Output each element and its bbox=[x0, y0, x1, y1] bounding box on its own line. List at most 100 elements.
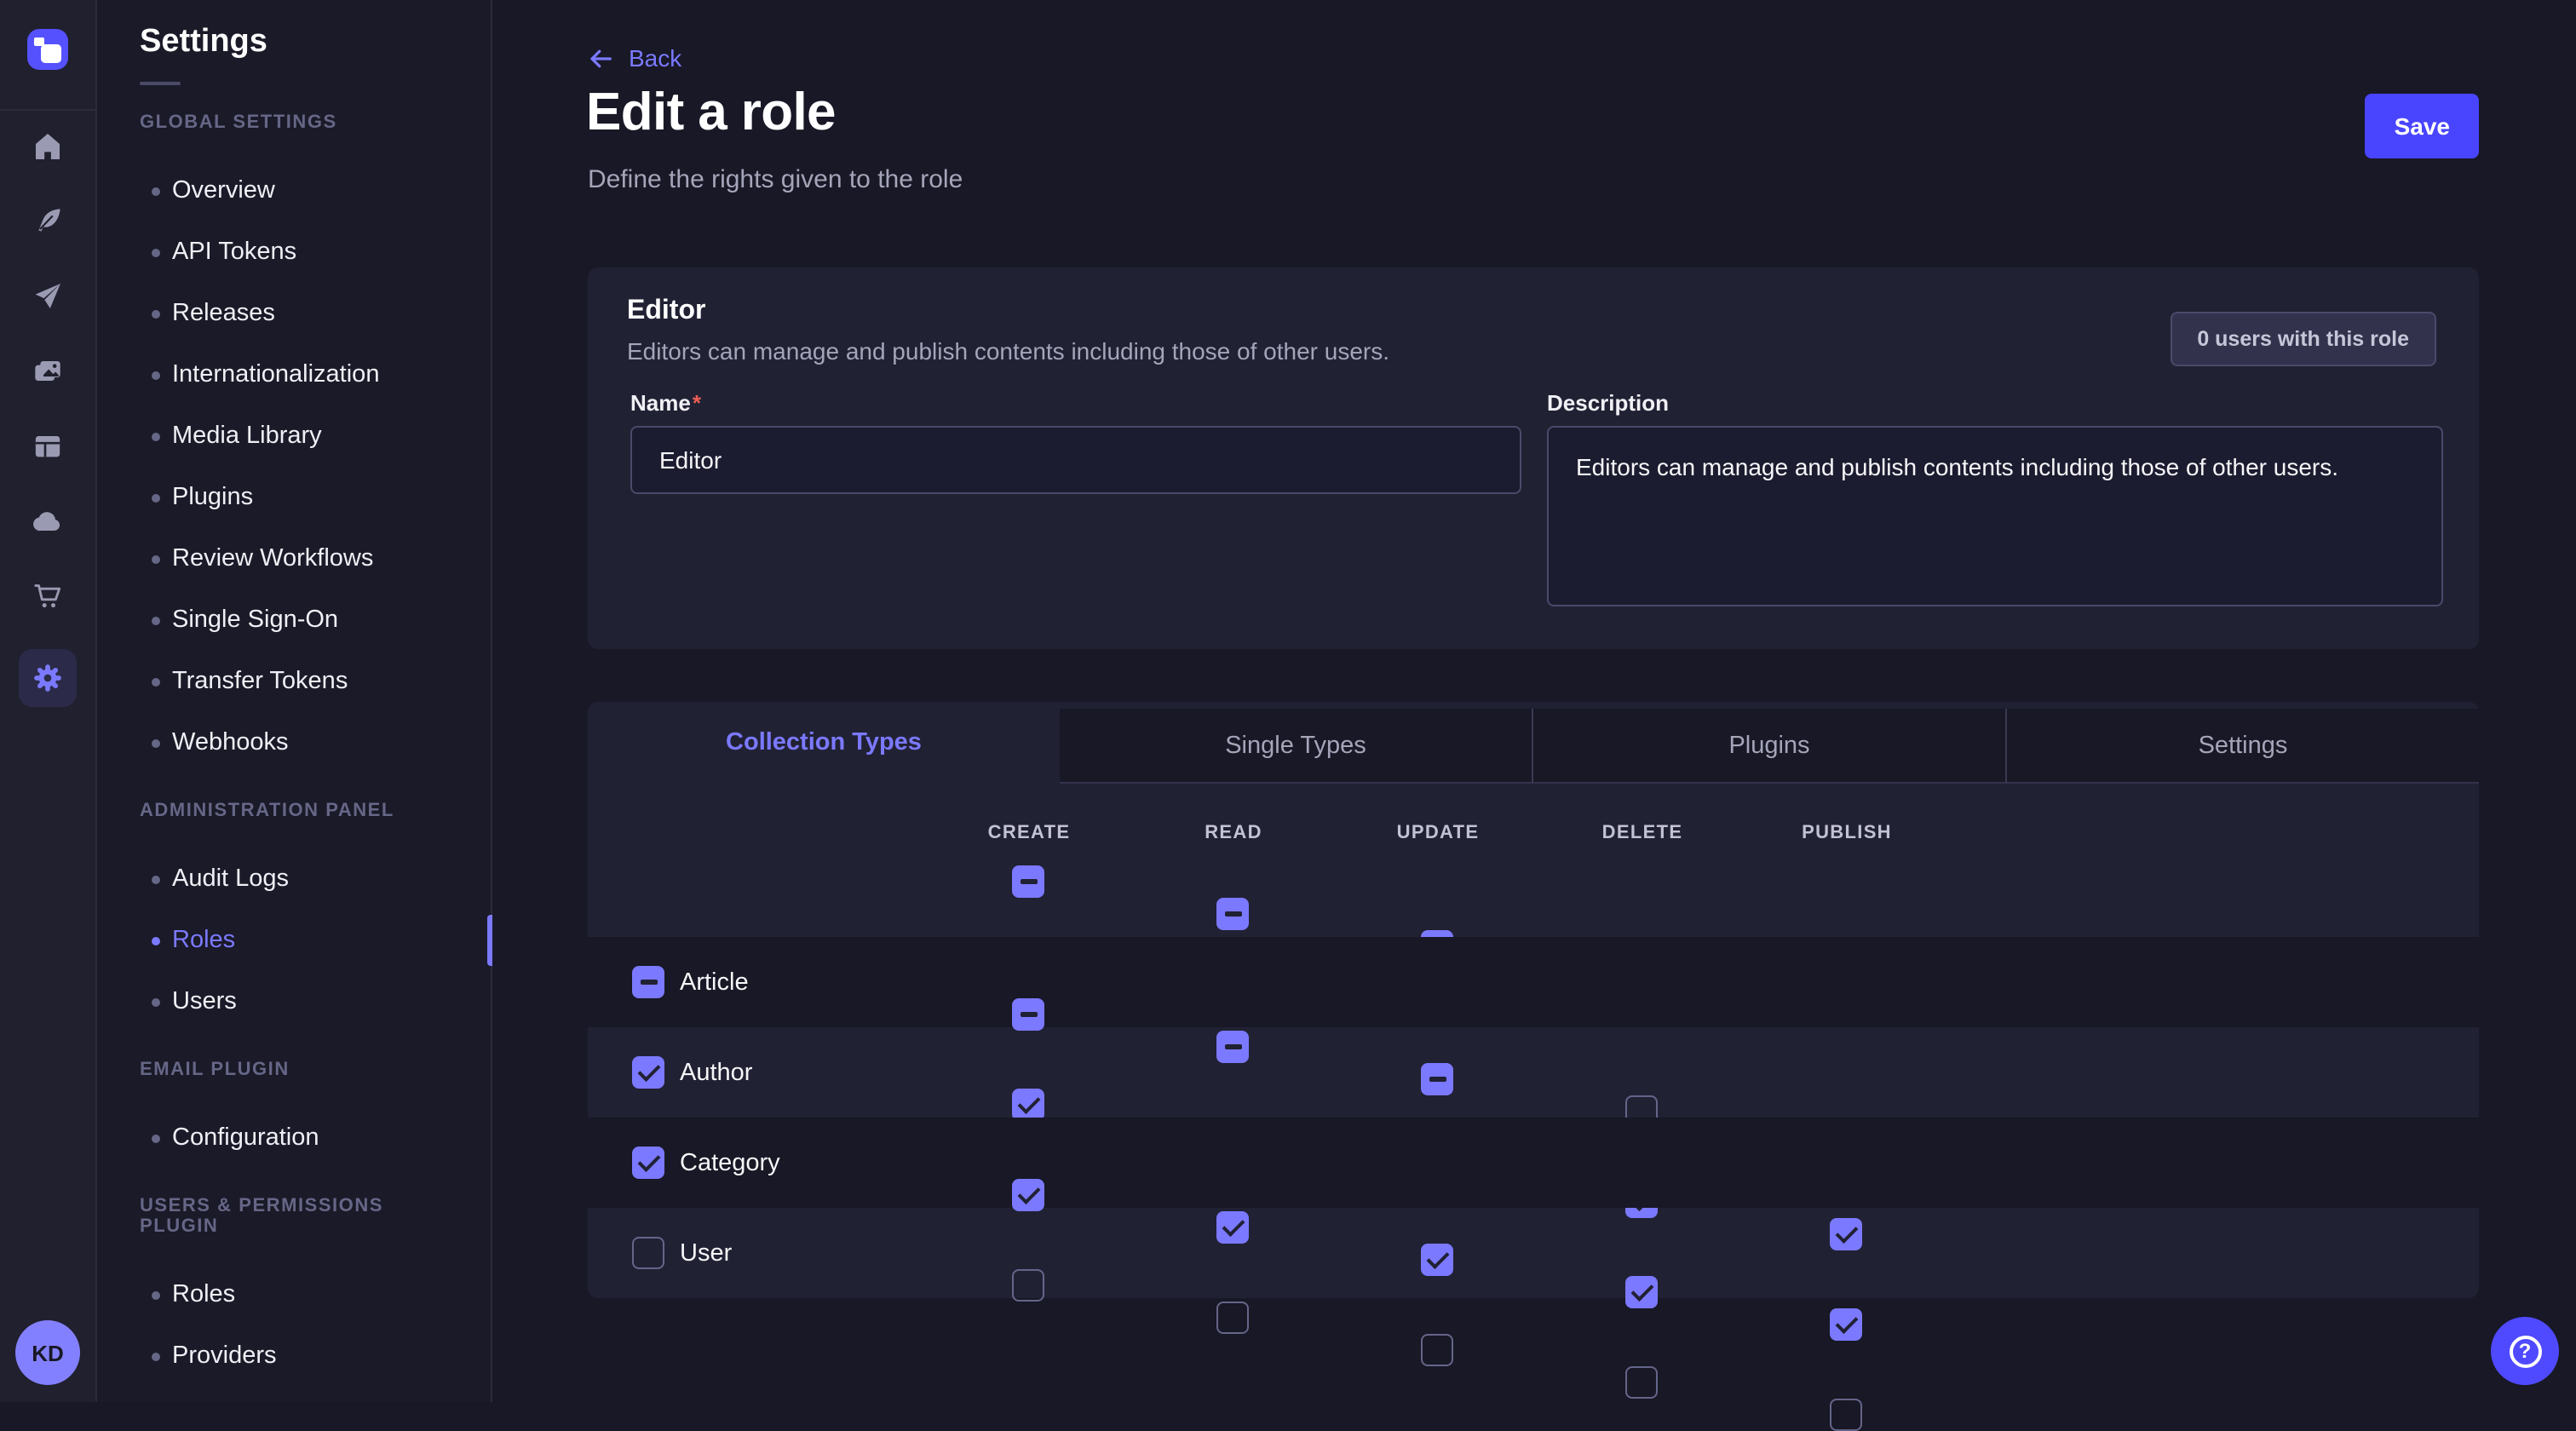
column-header-create: CREATE bbox=[927, 823, 1131, 843]
section-label: ADMINISTRATION PANEL bbox=[97, 801, 491, 821]
subnav-item-up-providers[interactable]: Providers bbox=[97, 1325, 491, 1387]
role-name-heading: Editor bbox=[627, 296, 705, 327]
subnav-item-webhooks[interactable]: Webhooks bbox=[97, 712, 491, 773]
category-create-checkbox[interactable] bbox=[1012, 1179, 1044, 1211]
row-label: Article bbox=[680, 937, 749, 1027]
table-row-author: Author bbox=[588, 1027, 2479, 1118]
subnav-item-api-tokens[interactable]: API Tokens bbox=[97, 221, 491, 283]
row-select-checkbox[interactable] bbox=[632, 1056, 664, 1089]
tab-plugins[interactable]: Plugins bbox=[1532, 709, 2005, 784]
column-header-publish: PUBLISH bbox=[1745, 823, 1949, 843]
back-link[interactable]: Back bbox=[588, 44, 681, 72]
home-icon[interactable] bbox=[0, 109, 95, 184]
avatar-initials: KD bbox=[32, 1340, 64, 1365]
subnav-item-releases[interactable]: Releases bbox=[97, 283, 491, 344]
required-asterisk: * bbox=[693, 390, 701, 416]
main-nav-rail: KD bbox=[0, 0, 97, 1402]
user-update-checkbox[interactable] bbox=[1421, 1334, 1453, 1366]
article-create-checkbox[interactable] bbox=[1012, 998, 1044, 1031]
users-with-role-button[interactable]: 0 users with this role bbox=[2170, 312, 2436, 366]
page-subtitle: Define the rights given to the role bbox=[588, 165, 963, 194]
subnav-item-single-sign-on[interactable]: Single Sign-On bbox=[97, 589, 491, 651]
media-library-icon[interactable] bbox=[0, 334, 95, 409]
subnav-item-transfer-tokens[interactable]: Transfer Tokens bbox=[97, 651, 491, 712]
subnav-section-email-plugin: EMAIL PLUGIN Configuration bbox=[97, 1060, 491, 1169]
subnav-item-review-workflows[interactable]: Review Workflows bbox=[97, 528, 491, 589]
marketplace-cart-icon[interactable] bbox=[0, 559, 95, 634]
section-label: USERS & PERMISSIONS PLUGIN bbox=[97, 1196, 491, 1237]
row-select-checkbox[interactable] bbox=[632, 966, 664, 998]
subnav-item-roles-active[interactable]: Roles bbox=[97, 910, 491, 971]
subnav-item-users[interactable]: Users bbox=[97, 971, 491, 1032]
settings-subnav: Settings GLOBAL SETTINGS Overview API To… bbox=[97, 0, 492, 1402]
strapi-logo-shape-small bbox=[34, 37, 43, 46]
subnav-item-overview[interactable]: Overview bbox=[97, 160, 491, 221]
help-question-icon: ? bbox=[2509, 1335, 2541, 1367]
back-label: Back bbox=[629, 44, 681, 72]
strapi-logo-shape bbox=[41, 43, 60, 63]
row-select-checkbox[interactable] bbox=[632, 1147, 664, 1179]
user-create-checkbox[interactable] bbox=[1012, 1269, 1044, 1302]
description-field-label: Description bbox=[1547, 390, 1669, 416]
back-arrow-icon bbox=[588, 45, 613, 71]
tab-single-types[interactable]: Single Types bbox=[1060, 709, 1532, 784]
subnav-item-internationalization[interactable]: Internationalization bbox=[97, 344, 491, 405]
tab-collection-types[interactable]: Collection Types bbox=[588, 702, 1060, 784]
deploy-paper-plane-icon[interactable] bbox=[0, 259, 95, 334]
subnav-item-configuration[interactable]: Configuration bbox=[97, 1107, 491, 1169]
description-textarea[interactable]: Editors can manage and publish contents … bbox=[1547, 426, 2443, 606]
subnav-section-admin-panel: ADMINISTRATION PANEL Audit Logs Roles Us… bbox=[97, 801, 491, 1032]
subnav-section-users-permissions: USERS & PERMISSIONS PLUGIN Roles Provide… bbox=[97, 1196, 491, 1387]
cloud-icon[interactable] bbox=[0, 484, 95, 559]
section-items: Configuration bbox=[97, 1107, 491, 1169]
row-label: User bbox=[680, 1208, 732, 1298]
tab-settings[interactable]: Settings bbox=[2005, 709, 2479, 784]
column-header-read: READ bbox=[1131, 823, 1336, 843]
table-row-user: User bbox=[588, 1208, 2479, 1298]
rail-icon-list bbox=[0, 109, 95, 707]
select-all-read-checkbox[interactable] bbox=[1216, 898, 1249, 930]
section-label: GLOBAL SETTINGS bbox=[97, 112, 491, 133]
subnav-item-up-roles[interactable]: Roles bbox=[97, 1264, 491, 1325]
user-delete-checkbox[interactable] bbox=[1625, 1366, 1658, 1399]
section-items: Overview API Tokens Releases Internation… bbox=[97, 160, 491, 773]
column-header-delete: DELETE bbox=[1540, 823, 1745, 843]
strapi-logo[interactable] bbox=[27, 29, 68, 70]
row-select-checkbox[interactable] bbox=[632, 1237, 664, 1269]
author-create-checkbox[interactable] bbox=[1012, 1089, 1044, 1121]
name-input[interactable] bbox=[630, 426, 1521, 494]
page-title: Edit a role bbox=[586, 82, 836, 143]
user-read-checkbox[interactable] bbox=[1216, 1302, 1249, 1334]
app-viewport: KD Settings GLOBAL SETTINGS Overview API… bbox=[0, 0, 2576, 1402]
role-description-text: Editors can manage and publish contents … bbox=[627, 337, 1389, 365]
table-row-article: Article bbox=[588, 937, 2479, 1027]
column-header-update: UPDATE bbox=[1336, 823, 1540, 843]
content-manager-layout-icon[interactable] bbox=[0, 409, 95, 484]
subnav-item-media-library[interactable]: Media Library bbox=[97, 405, 491, 467]
select-all-create-checkbox[interactable] bbox=[1012, 865, 1044, 898]
subnav-item-audit-logs[interactable]: Audit Logs bbox=[97, 848, 491, 910]
subnav-section-global: GLOBAL SETTINGS Overview API Tokens Rele… bbox=[97, 112, 491, 773]
settings-gear-icon[interactable] bbox=[19, 649, 77, 707]
save-button[interactable]: Save bbox=[2366, 94, 2479, 158]
user-publish-checkbox[interactable] bbox=[1830, 1399, 1862, 1431]
table-row-category: Category bbox=[588, 1118, 2479, 1208]
content-type-builder-feather-icon[interactable] bbox=[0, 184, 95, 259]
help-button[interactable]: ? bbox=[2491, 1317, 2559, 1385]
row-label: Category bbox=[680, 1118, 780, 1208]
main-content: Back Edit a role Define the rights given… bbox=[492, 0, 2576, 1402]
subnav-title: Settings bbox=[97, 0, 491, 61]
section-label: EMAIL PLUGIN bbox=[97, 1060, 491, 1080]
subnav-title-divider bbox=[140, 82, 181, 85]
section-items: Roles Providers bbox=[97, 1264, 491, 1387]
user-avatar[interactable]: KD bbox=[15, 1320, 80, 1385]
permissions-card: Collection Types Single Types Plugins Se… bbox=[588, 702, 2479, 1298]
permissions-tabs: Collection Types Single Types Plugins Se… bbox=[588, 702, 2479, 784]
subnav-item-plugins[interactable]: Plugins bbox=[97, 467, 491, 528]
row-label: Author bbox=[680, 1027, 752, 1118]
role-details-card: Editor Editors can manage and publish co… bbox=[588, 267, 2479, 649]
category-publish-checkbox[interactable] bbox=[1830, 1308, 1862, 1341]
name-field-label: Name* bbox=[630, 390, 701, 416]
permissions-table-header: CREATE READ UPDATE DELETE PUBLISH bbox=[588, 784, 2479, 937]
section-items: Audit Logs Roles Users bbox=[97, 848, 491, 1032]
